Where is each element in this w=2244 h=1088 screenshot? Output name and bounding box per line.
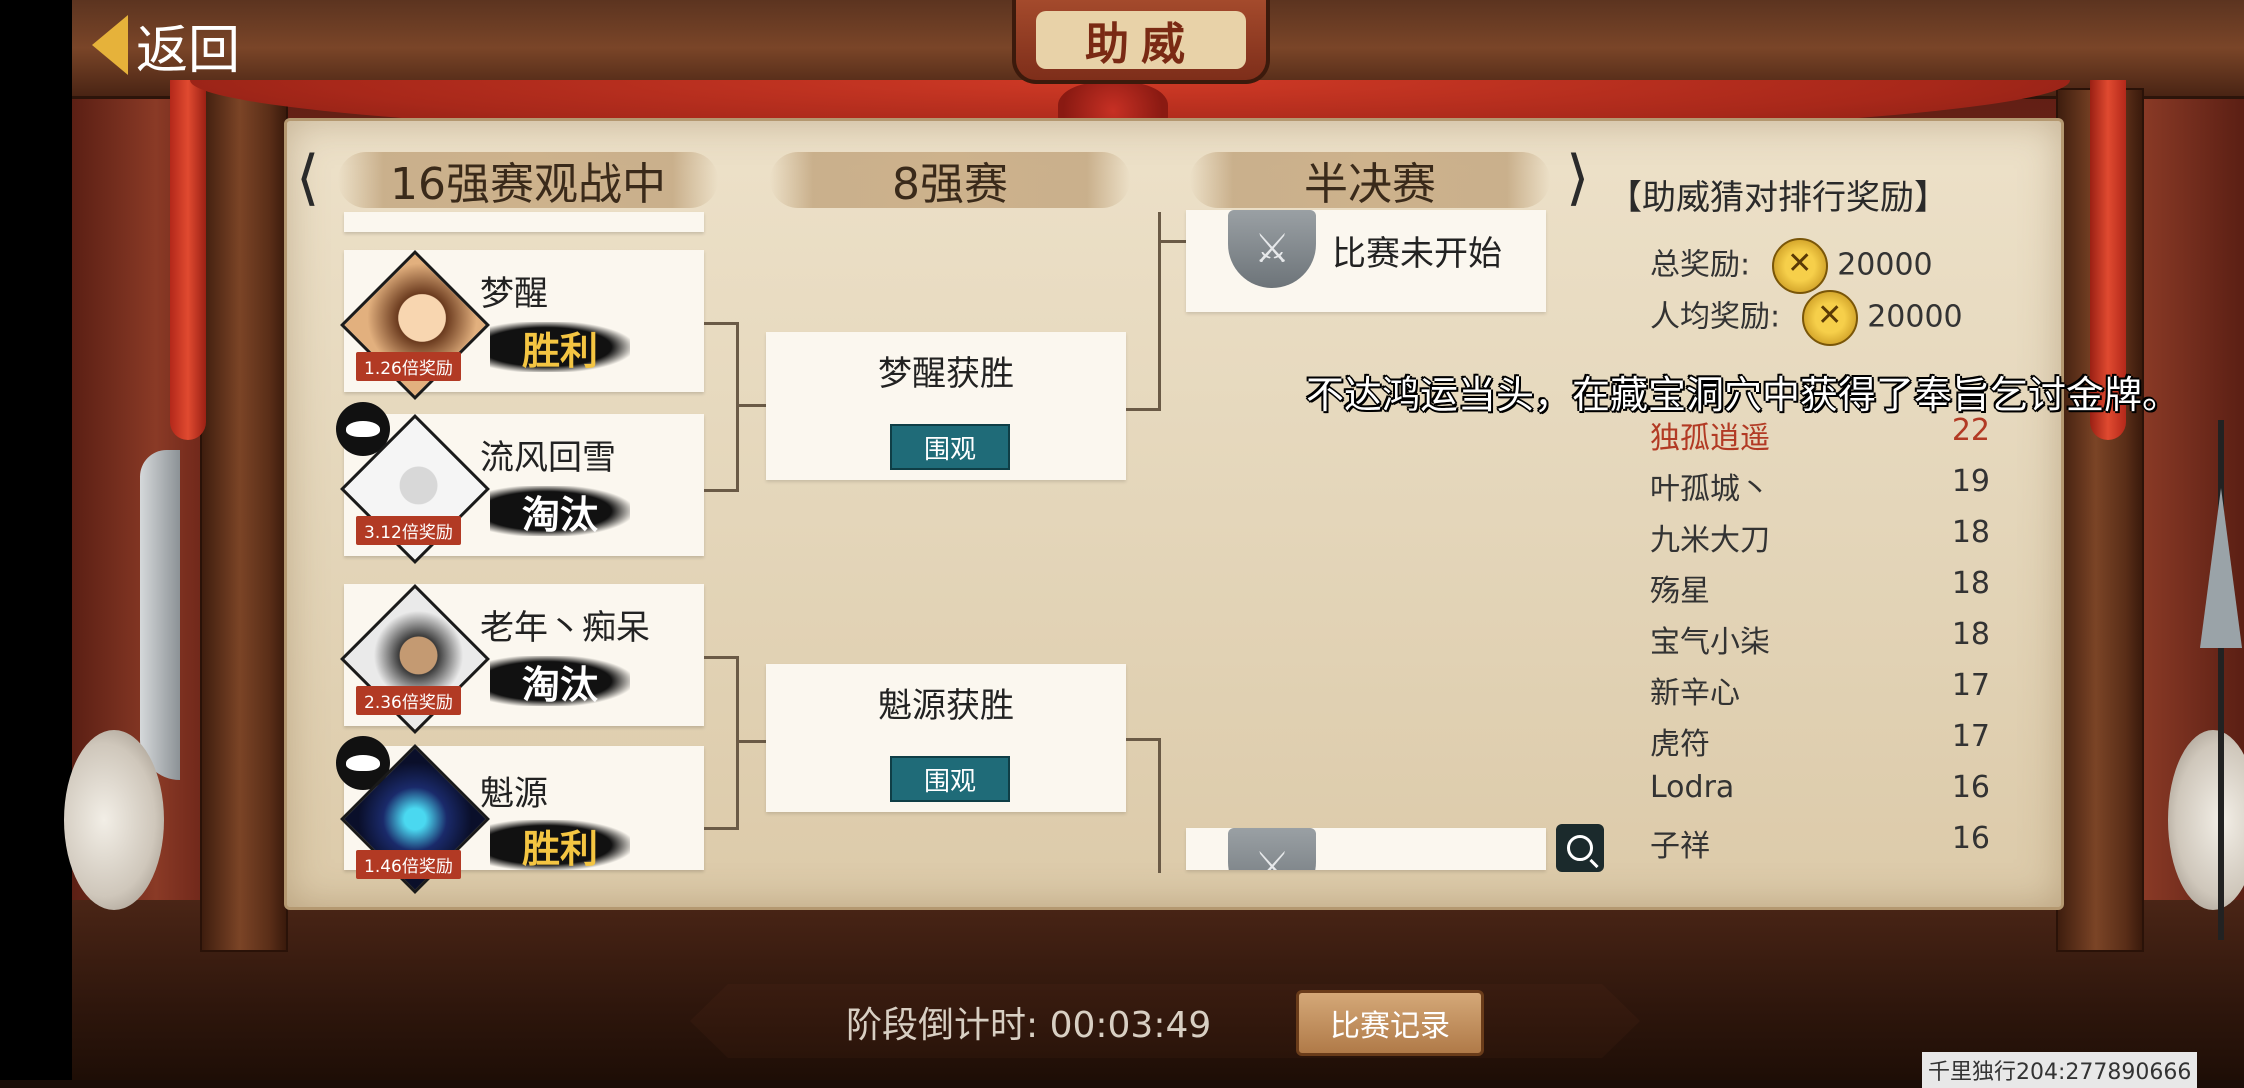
player-name: 魁源 (480, 774, 548, 814)
rank-score: 18 (1951, 617, 1990, 652)
guess-leaderboard: 【助威猜对排行奖励】 总奖励: 20000 人均奖励: 20000 独孤逍遥 2… (1608, 158, 2014, 878)
countdown-label: 阶段倒计时: (846, 1005, 1039, 1046)
user-id-tag: 千里独行204:277890666 (1922, 1052, 2198, 1088)
crossed-swords-shield-icon: ⚔ (1228, 210, 1316, 288)
player-name: 梦醒 (480, 274, 548, 314)
drum-left-decoration (64, 730, 164, 910)
rank-score: 16 (1951, 821, 1990, 856)
leaderboard-row: 新辛心 17 (1650, 668, 2010, 712)
back-label: 返回 (136, 20, 241, 81)
total-reward-row: 总奖励: 20000 (1650, 238, 2010, 294)
spear-tip-decoration (2200, 488, 2242, 648)
rank-name: 新辛心 (1650, 676, 1740, 711)
bracket-connector (704, 322, 739, 492)
rank-name: 独孤逍遥 (1650, 421, 1770, 456)
quarter-match-card: 梦醒获胜 围观 (766, 332, 1126, 480)
round-header-r8[interactable]: 8强赛 (770, 148, 1130, 212)
rank-score: 17 (1951, 668, 1990, 703)
pillar-left (200, 88, 288, 952)
leaderboard-row: 宝气小柒 18 (1650, 617, 2010, 661)
quarter-match-card: 魁源获胜 围观 (766, 664, 1126, 812)
next-round-chevron-icon[interactable]: ⟩ (1566, 148, 1606, 212)
rank-score: 18 (1951, 515, 1990, 550)
curtain-left (170, 80, 206, 440)
match-record-button[interactable]: 比赛记录 (1296, 990, 1484, 1056)
rank-name: Lodra (1650, 770, 1735, 805)
result-badge: 胜利 (490, 820, 630, 871)
leaderboard-row: 虎符 17 (1650, 719, 2010, 763)
rank-name: 叶孤城丶 (1650, 472, 1770, 507)
back-button[interactable]: 返回 (92, 10, 241, 81)
semi-match-card-partial[interactable]: ⚔ (1186, 828, 1546, 870)
reward-multiplier-badge: 3.12倍奖励 (356, 516, 461, 545)
rank-score: 18 (1951, 566, 1990, 601)
left-letterbox (0, 0, 72, 1080)
bracket-line (736, 404, 766, 407)
round-header-semi[interactable]: 半决赛 (1190, 148, 1550, 212)
player-name: 流风回雪 (480, 438, 616, 478)
prev-round-chevron-icon[interactable]: ⟨ (296, 148, 336, 212)
semi-match-card[interactable]: ⚔ 比赛未开始 (1186, 210, 1546, 312)
bracket-connector (1126, 212, 1161, 411)
per-reward-value: 20000 (1867, 299, 1963, 335)
crossed-swords-shield-icon: ⚔ (1228, 828, 1316, 870)
match-result-title: 梦醒获胜 (878, 354, 1014, 394)
coin-icon (1771, 238, 1828, 294)
reward-multiplier-badge: 2.36倍奖励 (356, 686, 461, 715)
bracket-connector (1126, 738, 1161, 873)
stage-countdown: 阶段倒计时: 00:03:49 (846, 996, 1211, 1048)
result-badge: 淘汰 (490, 486, 630, 537)
semi-status: 比赛未开始 (1332, 234, 1502, 274)
round-header-r16[interactable]: 16强赛观战中 (338, 148, 718, 212)
page-title: 助威 (1036, 11, 1246, 70)
leaderboard-row: 独孤逍遥 22 (1650, 413, 2010, 457)
rank-name: 子祥 (1650, 829, 1710, 864)
per-reward-label: 人均奖励: (1650, 299, 1781, 335)
rank-score: 19 (1951, 464, 1990, 499)
bracket-line (1158, 240, 1186, 243)
zoom-in-icon[interactable] (1556, 824, 1604, 872)
player-card-partial (344, 212, 704, 232)
leaderboard-row: Lodra 16 (1650, 770, 2010, 805)
bracket-connector (704, 656, 739, 830)
back-arrow-icon (92, 15, 128, 75)
rank-name: 九米大刀 (1650, 523, 1770, 558)
rank-score: 16 (1951, 770, 1990, 805)
sword-blade-decoration (140, 450, 180, 780)
leaderboard-row: 叶孤城丶 19 (1650, 464, 2010, 508)
leaderboard-title: 【助威猜对排行奖励】 (1608, 178, 1948, 218)
per-reward-row: 人均奖励: 20000 (1650, 290, 2010, 346)
leaderboard-row: 九米大刀 18 (1650, 515, 2010, 559)
rank-name: 虎符 (1650, 727, 1710, 762)
coin-icon (1801, 290, 1858, 346)
reward-multiplier-badge: 1.26倍奖励 (356, 352, 461, 381)
bracket-line (736, 740, 766, 743)
countdown-value: 00:03:49 (1049, 1005, 1212, 1046)
rank-name: 宝气小柒 (1650, 625, 1770, 660)
player-name: 老年丶痴呆 (480, 608, 650, 648)
total-reward-value: 20000 (1837, 247, 1933, 283)
rank-name: 殇星 (1650, 574, 1710, 609)
result-badge: 胜利 (490, 322, 630, 373)
watch-button[interactable]: 围观 (890, 756, 1010, 802)
reward-multiplier-badge: 1.46倍奖励 (356, 850, 461, 879)
watch-button[interactable]: 围观 (890, 424, 1010, 470)
match-result-title: 魁源获胜 (878, 686, 1014, 726)
leaderboard-row: 殇星 18 (1650, 566, 2010, 610)
result-badge: 淘汰 (490, 656, 630, 707)
broadcast-message: 不达鸿运当头，在藏宝洞穴中获得了奉旨乞讨金牌。 (1306, 373, 2181, 417)
rank-score: 17 (1951, 719, 1990, 754)
leaderboard-row: 子祥 16 (1650, 821, 2010, 865)
title-plaque: 助威 (1012, 0, 1270, 84)
total-reward-label: 总奖励: (1650, 247, 1751, 283)
